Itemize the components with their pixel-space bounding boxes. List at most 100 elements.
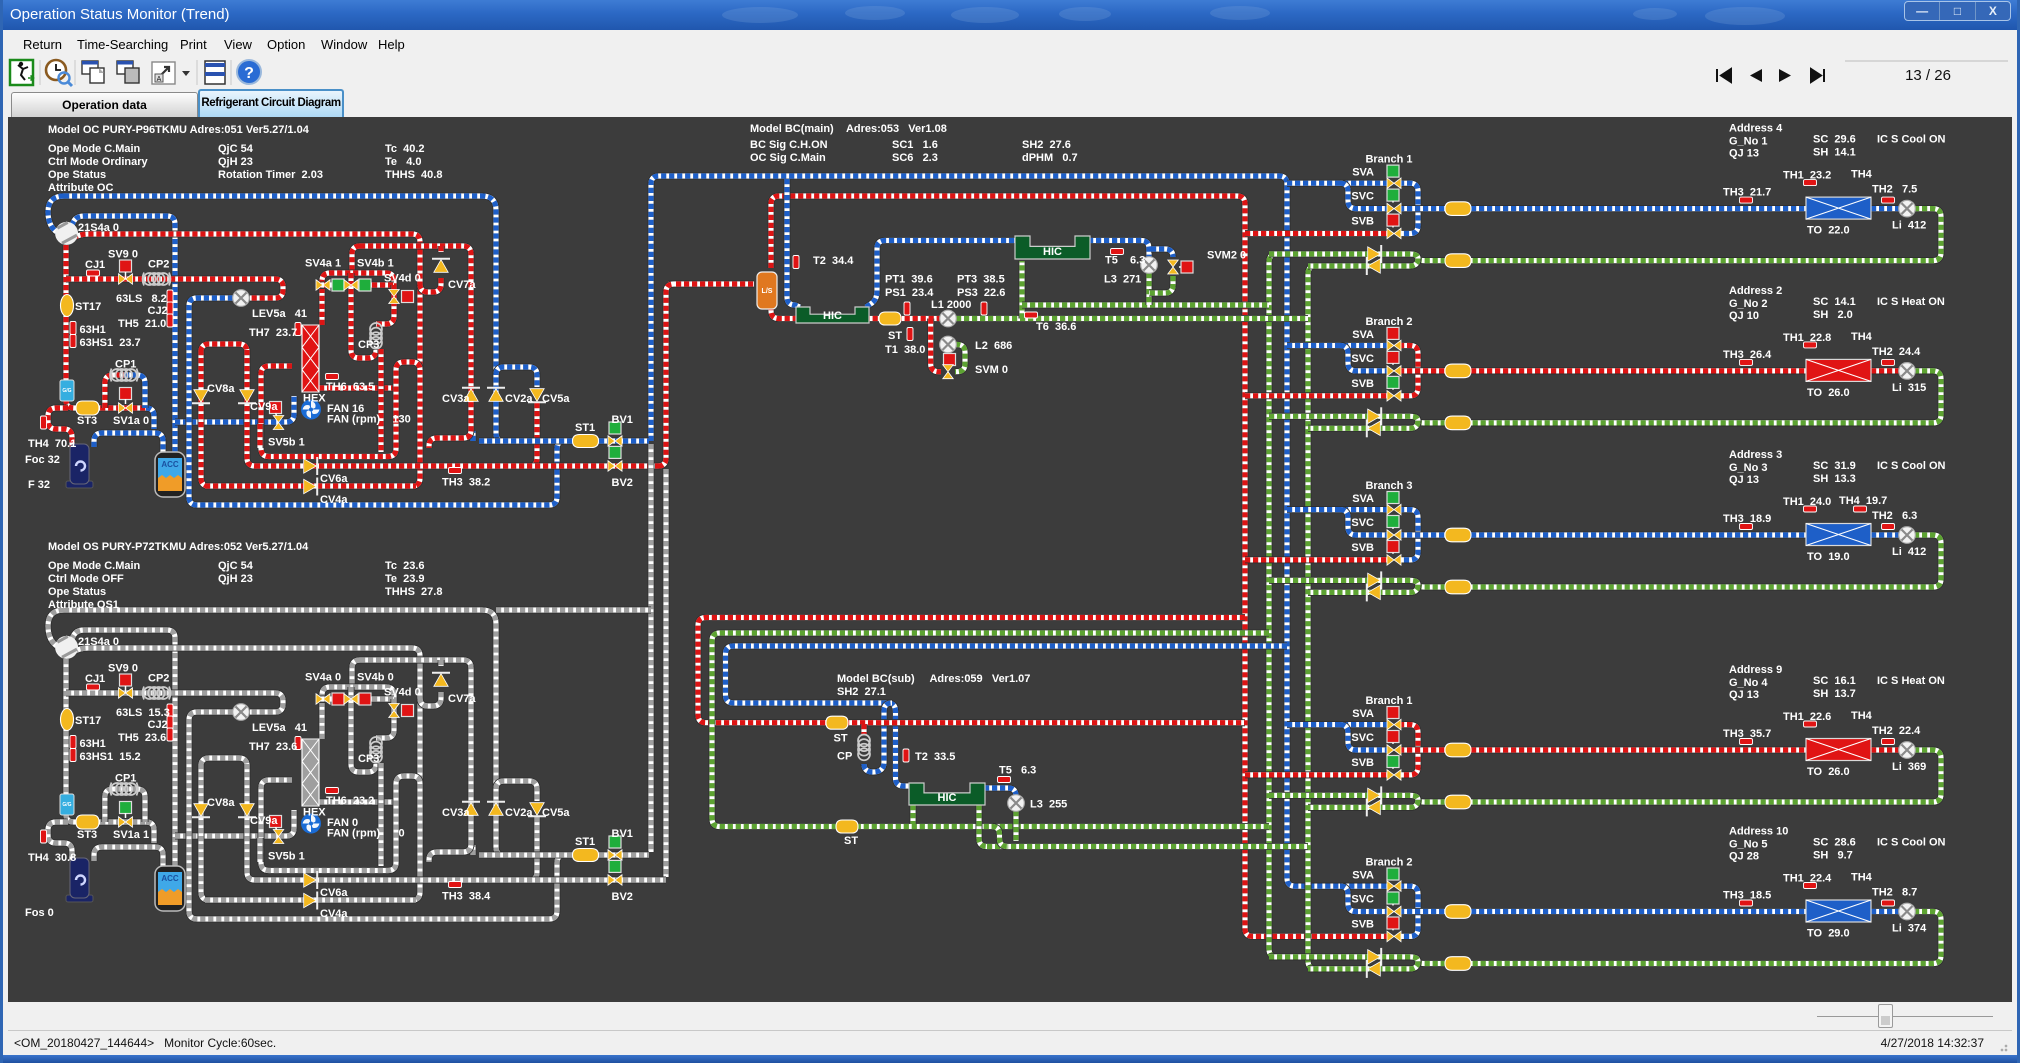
svg-text:SV4d 0: SV4d 0	[384, 273, 421, 285]
svg-text:TH1 22.8: TH1 22.8	[1783, 332, 1831, 344]
svg-text:IC S Heat ON: IC S Heat ON	[1877, 296, 1945, 308]
svg-text:Li 374: Li 374	[1892, 923, 1927, 935]
svg-text:Ope Mode C.Main: Ope Mode C.Main	[48, 560, 141, 572]
svg-text:BC Sig C.H.ON: BC Sig C.H.ON	[750, 139, 828, 151]
svg-text:SV4d 0: SV4d 0	[384, 687, 421, 699]
svg-text:Model BC(main) Adres:053: Model BC(main) Adres:053 Ver1.08	[750, 123, 947, 135]
svg-text:TH3 21.7: TH3 21.7	[1723, 187, 1771, 199]
svg-text:HIC: HIC	[823, 310, 842, 322]
svg-text:Fos 0: Fos 0	[25, 907, 54, 919]
svg-text:G_No 1: G_No 1	[1729, 136, 1768, 148]
svg-text:Rotation Timer 2.03: Rotation Timer 2.03	[218, 169, 323, 181]
svg-text:Te 4.0: Te 4.0	[385, 156, 421, 168]
svg-text:G_No 2: G_No 2	[1729, 298, 1768, 310]
svg-text:G/G: G/G	[62, 388, 71, 394]
svg-text:SH2 27.6: SH2 27.6	[1022, 139, 1071, 151]
svg-text:TH4: TH4	[1851, 872, 1873, 884]
svg-text:Tc 23.6: Tc 23.6	[385, 560, 425, 572]
svg-text:CP: CP	[837, 751, 852, 763]
svg-text:CP3: CP3	[358, 339, 379, 351]
svg-text:CV4a: CV4a	[320, 494, 348, 506]
svg-text:CV8a: CV8a	[207, 797, 235, 809]
svg-text:PS3 22.6: PS3 22.6	[957, 287, 1005, 299]
svg-text:SVM2 0: SVM2 0	[1207, 250, 1246, 262]
svg-text:SH 14.1: SH 14.1	[1813, 147, 1856, 159]
svg-text:SC 31.9: SC 31.9	[1813, 460, 1856, 472]
svg-text:CV7a: CV7a	[448, 693, 476, 705]
svg-text:SVC: SVC	[1351, 191, 1374, 203]
svg-text:CV6a: CV6a	[320, 473, 348, 485]
svg-text:Ope Status: Ope Status	[48, 169, 106, 181]
svg-text:SV4a 0: SV4a 0	[305, 672, 341, 684]
svg-text:ACC: ACC	[161, 460, 179, 469]
svg-text:CV2a: CV2a	[505, 807, 533, 819]
svg-text:PS1 23.4: PS1 23.4	[885, 287, 934, 299]
svg-text:Branch 3: Branch 3	[1365, 480, 1412, 492]
svg-text:SC1 1.6: SC1 1.6	[892, 139, 938, 151]
svg-text:TH1 22.4: TH1 22.4	[1783, 873, 1832, 885]
svg-text:PT1 39.6: PT1 39.6	[885, 274, 933, 286]
svg-text:L2 686: L2 686	[975, 340, 1012, 352]
svg-text:Li 315: Li 315	[1892, 382, 1926, 394]
svg-text:SC 16.1: SC 16.1	[1813, 675, 1856, 687]
svg-text:ST: ST	[844, 835, 858, 847]
svg-text:CP1: CP1	[115, 773, 136, 785]
svg-text:CV4a: CV4a	[320, 908, 348, 920]
svg-text:TH4 30.8: TH4 30.8	[28, 852, 76, 864]
svg-text:Address 2: Address 2	[1729, 285, 1782, 297]
svg-text:TO 22.0: TO 22.0	[1807, 225, 1850, 237]
svg-text:BV1: BV1	[612, 414, 633, 426]
svg-text:SH 13.7: SH 13.7	[1813, 688, 1856, 700]
svg-text:CV8a: CV8a	[207, 383, 235, 395]
svg-text:T5 6.3: T5 6.3	[1105, 255, 1145, 267]
svg-text:CP2: CP2	[148, 673, 169, 685]
svg-text:SC 29.6: SC 29.6	[1813, 134, 1856, 146]
svg-text:Ctrl Mode Ordinary: Ctrl Mode Ordinary	[48, 156, 149, 168]
svg-text:Branch 1: Branch 1	[1365, 154, 1412, 166]
svg-text:63H1: 63H1	[80, 324, 106, 336]
svg-text:SVC: SVC	[1351, 732, 1374, 744]
svg-text:TH1 22.6: TH1 22.6	[1783, 711, 1831, 723]
svg-text:SH 9.7: SH 9.7	[1813, 850, 1853, 862]
svg-text:QJ 13: QJ 13	[1729, 474, 1759, 486]
svg-text:21S4a 0: 21S4a 0	[78, 636, 119, 648]
svg-text:TH3 38.4: TH3 38.4	[442, 891, 491, 903]
svg-text:TH4 70.1: TH4 70.1	[28, 438, 76, 450]
svg-text:Li 412: Li 412	[1892, 546, 1926, 558]
svg-text:SVM 0: SVM 0	[975, 364, 1008, 376]
svg-text:Tc 40.2: Tc 40.2	[385, 143, 425, 155]
svg-text:SV5b 1: SV5b 1	[268, 437, 305, 449]
svg-text:TH3 26.4: TH3 26.4	[1723, 349, 1772, 361]
svg-text:Model BC(sub) Adres:059: Model BC(sub) Adres:059 Ver1.07	[837, 673, 1030, 685]
svg-text:CV9a: CV9a	[250, 401, 278, 413]
svg-text:G_No 4: G_No 4	[1729, 677, 1768, 689]
svg-text:Model OC PURY-P96TKMU Adres:05: Model OC PURY-P96TKMU Adres:051 Ver5.27/…	[48, 124, 310, 136]
svg-text:Branch 2: Branch 2	[1365, 316, 1412, 328]
svg-text:SVB: SVB	[1351, 378, 1374, 390]
svg-text:BV2: BV2	[612, 891, 633, 903]
svg-text:TH4: TH4	[1851, 710, 1873, 722]
svg-text:CP1: CP1	[115, 359, 136, 371]
svg-text:TO 19.0: TO 19.0	[1807, 551, 1850, 563]
svg-text:CJ1: CJ1	[85, 673, 105, 685]
svg-text:CP2: CP2	[148, 259, 169, 271]
svg-text:SV4b 1: SV4b 1	[357, 258, 394, 270]
svg-text:CV9a: CV9a	[250, 815, 278, 827]
svg-text:LEV5a 41: LEV5a 41	[252, 308, 307, 320]
svg-text:TH3 35.7: TH3 35.7	[1723, 728, 1771, 740]
svg-text:CJ1: CJ1	[85, 259, 105, 271]
svg-text:TO 26.0: TO 26.0	[1807, 766, 1850, 778]
svg-text:ST1: ST1	[575, 836, 595, 848]
svg-text:SV4b 0: SV4b 0	[357, 672, 394, 684]
svg-text:SC 14.1: SC 14.1	[1813, 296, 1856, 308]
svg-text:Ope Status: Ope Status	[48, 586, 106, 598]
svg-text:A: A	[157, 76, 162, 83]
svg-text:TH4: TH4	[1851, 169, 1873, 181]
svg-text:F 32: F 32	[28, 479, 50, 491]
svg-text:TH3 38.2: TH3 38.2	[442, 477, 490, 489]
svg-text:SVB: SVB	[1351, 919, 1374, 931]
svg-text:Address 3: Address 3	[1729, 449, 1782, 461]
svg-text:TH6 23.2: TH6 23.2	[326, 795, 374, 807]
svg-text:QJ 13: QJ 13	[1729, 148, 1759, 160]
svg-text:SV4a 1: SV4a 1	[305, 258, 341, 270]
